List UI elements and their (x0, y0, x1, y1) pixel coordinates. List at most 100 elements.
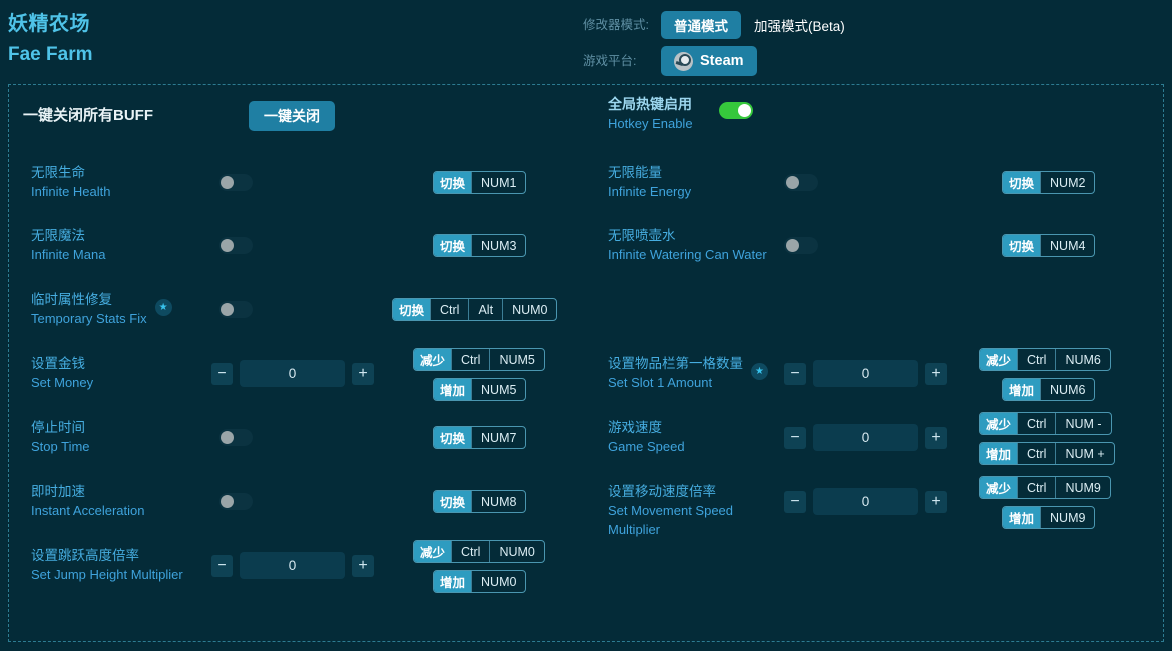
hotkey-button[interactable]: 增加 NUM5 (433, 378, 527, 401)
mode-label: 修改器模式: (583, 18, 649, 32)
hotkey-button[interactable]: 减少 Ctrl NUM9 (979, 476, 1111, 499)
hotkey-action-label: 减少 (414, 349, 452, 370)
row-label-en: Infinite Energy (608, 184, 692, 199)
hotkey-enable-label-cn: 全局热键启用 (608, 96, 692, 112)
value-input[interactable]: 0 (813, 488, 918, 515)
decrement-button[interactable]: − (784, 490, 806, 513)
value-stepper: −0 + (784, 360, 947, 387)
row-label: 设置跳跃高度倍率 Set Jump Height Multiplier (31, 546, 183, 584)
decrement-button[interactable]: − (211, 554, 233, 577)
hotkey-action-label: 减少 (414, 541, 452, 562)
platform-steam-label: Steam (700, 53, 744, 69)
hotkey-button[interactable]: 切换 NUM4 (1002, 234, 1096, 257)
hotkey-action-label: 切换 (434, 491, 472, 512)
toggle-switch[interactable] (784, 237, 818, 254)
hotkey-key: NUM5 (471, 379, 525, 400)
hotkey-button[interactable]: 增加 NUM6 (1002, 378, 1096, 401)
value-input[interactable]: 0 (813, 360, 918, 387)
toggle-knob (221, 431, 234, 444)
row-label-text: 无限生命 Infinite Health (31, 163, 111, 201)
row-label-cn: 即时加速 (31, 484, 85, 499)
value-input[interactable]: 0 (240, 360, 345, 387)
toggle-knob (786, 239, 799, 252)
hotkey-key: NUM0 (471, 571, 525, 592)
row-label-text: 临时属性修复 Temporary Stats Fix (31, 290, 147, 328)
toggle-switch[interactable] (219, 301, 253, 318)
increment-button[interactable]: + (925, 426, 947, 449)
toggle-switch[interactable] (784, 174, 818, 191)
mode-normal-button[interactable]: 普通模式 (661, 11, 741, 39)
increment-button[interactable]: + (352, 554, 374, 577)
hotkey-button[interactable]: 减少 Ctrl NUM6 (979, 348, 1111, 371)
row-label-en: Set Jump Height Multiplier (31, 567, 183, 582)
hotkey-button[interactable]: 减少 Ctrl NUM - (979, 412, 1112, 435)
hotkey-action-label: 增加 (434, 571, 472, 592)
hotkey-action-label: 切换 (434, 427, 472, 448)
hotkey-button[interactable]: 切换 NUM1 (433, 171, 527, 194)
toggle-knob (221, 239, 234, 252)
row-label-en: Infinite Mana (31, 247, 106, 262)
platform-label: 游戏平台: (583, 54, 637, 68)
increment-button[interactable]: + (925, 362, 947, 385)
row-label-text: 设置物品栏第一格数量 Set Slot 1 Amount (608, 354, 743, 392)
star-icon[interactable]: ★ (154, 299, 172, 316)
value-stepper: −0 + (211, 552, 374, 579)
platform-row: 游戏平台: Steam (583, 46, 858, 76)
increment-button[interactable]: + (925, 490, 947, 513)
row-label: 无限喷壶水 Infinite Watering Can Water (608, 226, 767, 264)
hotkey-button[interactable]: 减少 Ctrl NUM0 (413, 540, 545, 563)
hotkey-action-label: 切换 (1003, 172, 1041, 193)
row-label: 无限生命 Infinite Health (31, 163, 111, 201)
row-label: 临时属性修复 Temporary Stats Fix ★ (31, 290, 172, 328)
hotkey-key: Alt (468, 299, 502, 320)
toggle-switch[interactable] (219, 237, 253, 254)
title-block: 妖精农场 Fae Farm (8, 10, 92, 68)
hotkey-action-label: 减少 (980, 477, 1018, 498)
increment-button[interactable]: + (352, 362, 374, 385)
toggle-switch[interactable] (219, 429, 253, 446)
hotkey-button[interactable]: 增加 Ctrl NUM + (979, 442, 1115, 465)
value-input[interactable]: 0 (813, 424, 918, 451)
decrement-button[interactable]: − (784, 426, 806, 449)
hotkey-key: NUM2 (1040, 172, 1094, 193)
hotkey-button[interactable]: 减少 Ctrl NUM5 (413, 348, 545, 371)
hotkey-key: Ctrl (430, 299, 468, 320)
row-label: 即时加速 Instant Acceleration (31, 482, 144, 520)
hotkey-key: NUM0 (489, 541, 543, 562)
close-all-buff-label: 一键关闭所有BUFF (23, 107, 153, 124)
row-label-text: 游戏速度 Game Speed (608, 418, 685, 456)
hotkey-button[interactable]: 切换 Ctrl Alt NUM0 (392, 298, 558, 321)
hotkey-button[interactable]: 增加 NUM0 (433, 570, 527, 593)
hotkey-button[interactable]: 切换 NUM3 (433, 234, 527, 257)
toggle-switch[interactable] (719, 102, 753, 119)
hotkey-button[interactable]: 增加 NUM9 (1002, 506, 1096, 529)
toggle-knob (221, 303, 234, 316)
value-input[interactable]: 0 (240, 552, 345, 579)
row-label: 设置物品栏第一格数量 Set Slot 1 Amount ★ (608, 354, 768, 392)
hotkey-action-label: 切换 (393, 299, 431, 320)
decrement-button[interactable]: − (211, 362, 233, 385)
hotkey-button[interactable]: 切换 NUM2 (1002, 171, 1096, 194)
mode-enhanced-button[interactable]: 加强模式(Beta) (741, 11, 858, 39)
row-label-text: 无限喷壶水 Infinite Watering Can Water (608, 226, 767, 264)
row-label-en: Infinite Health (31, 184, 111, 199)
hotkey-button[interactable]: 切换 NUM8 (433, 490, 527, 513)
close-all-buff-button[interactable]: 一键关闭 (249, 101, 335, 131)
decrement-button[interactable]: − (784, 362, 806, 385)
row-label: 无限魔法 Infinite Mana (31, 226, 105, 264)
platform-steam-button[interactable]: Steam (661, 46, 757, 76)
hotkey-action-label: 增加 (980, 443, 1018, 464)
mode-row: 修改器模式: 普通模式 加强模式(Beta) (583, 10, 858, 40)
toggle-switch[interactable] (219, 493, 253, 510)
hotkey-key: NUM6 (1040, 379, 1094, 400)
hotkey-button[interactable]: 切换 NUM7 (433, 426, 527, 449)
row-label-cn: 设置跳跃高度倍率 (31, 548, 139, 563)
hotkey-key: NUM9 (1055, 477, 1109, 498)
row-label-en: Instant Acceleration (31, 503, 145, 518)
header-controls: 修改器模式: 普通模式 加强模式(Beta) 游戏平台: Steam (583, 10, 858, 82)
toggle-switch[interactable] (219, 174, 253, 191)
row-label-cn: 游戏速度 (608, 420, 662, 435)
hotkey-action-label: 减少 (980, 349, 1018, 370)
star-icon[interactable]: ★ (751, 363, 768, 380)
row-label-en: Set Money (31, 375, 94, 390)
